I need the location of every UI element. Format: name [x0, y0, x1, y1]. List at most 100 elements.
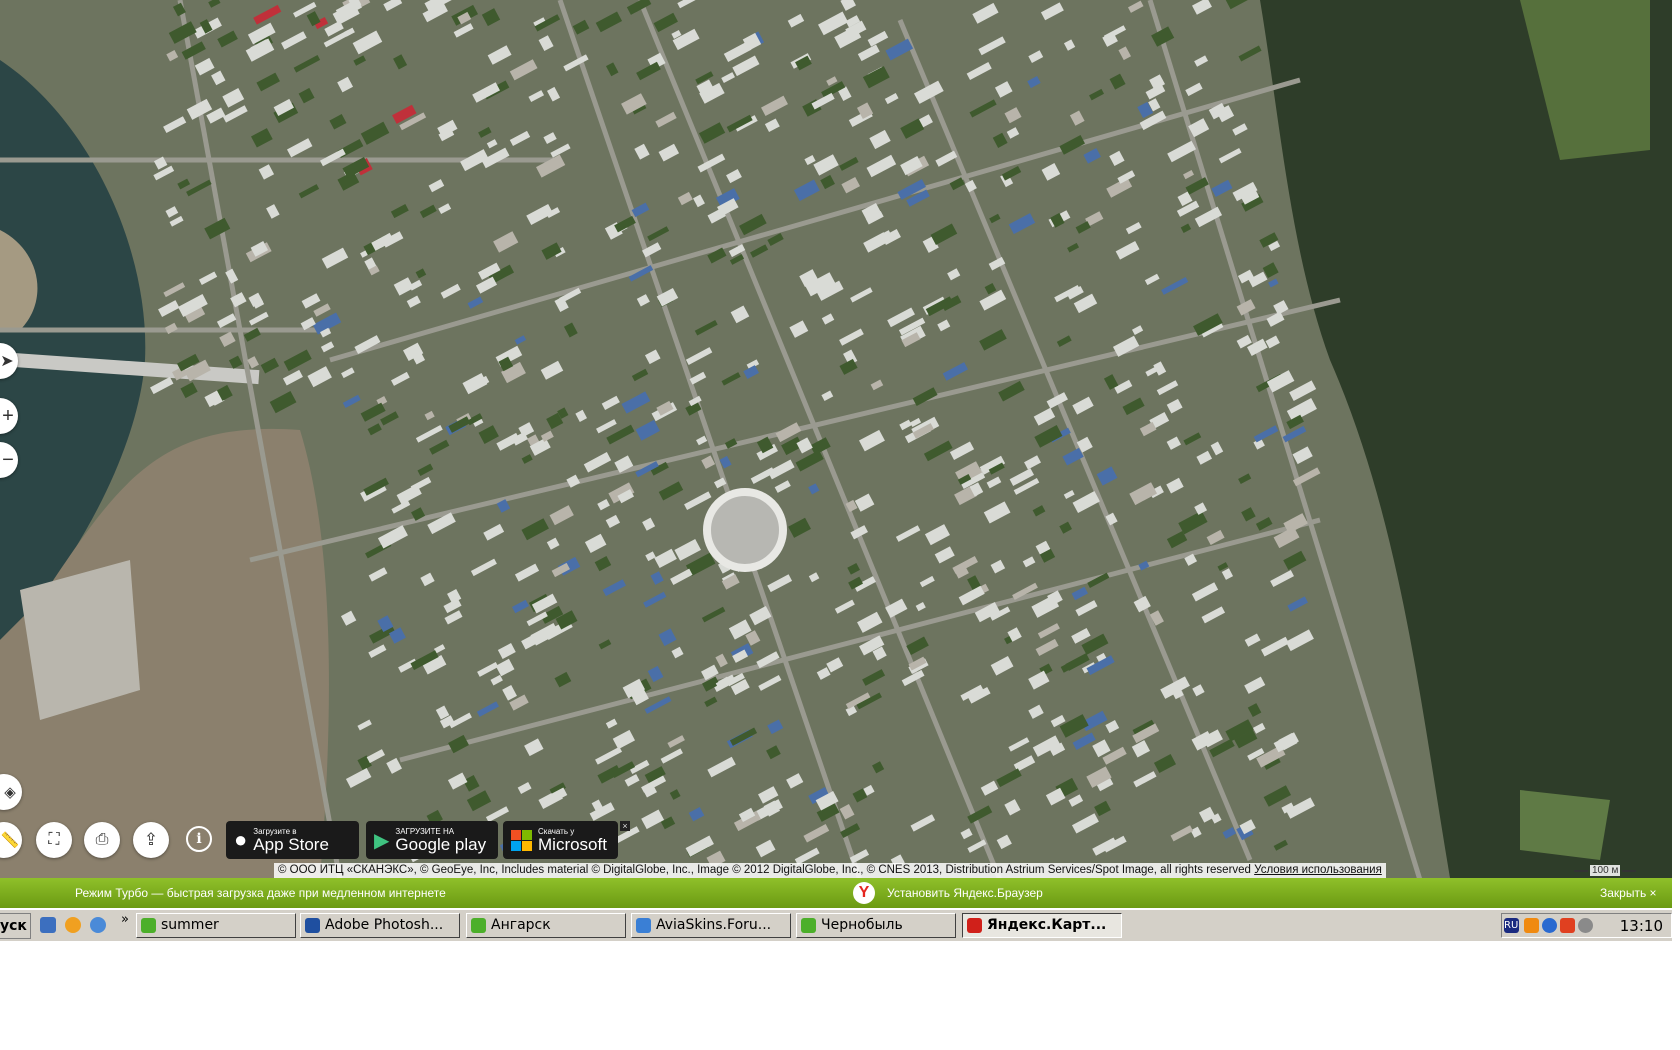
media-player-icon[interactable] — [90, 917, 106, 933]
building — [478, 425, 499, 444]
building — [895, 525, 921, 542]
taskbar-button[interactable]: Adobe Photosh... — [300, 913, 460, 938]
building — [1266, 370, 1295, 393]
building — [1166, 398, 1183, 414]
building — [919, 575, 935, 588]
building — [1194, 55, 1209, 67]
building — [595, 746, 623, 765]
building — [660, 748, 683, 764]
building — [150, 376, 174, 395]
panorama-button[interactable]: ⛶ — [36, 822, 72, 858]
building — [1153, 753, 1177, 774]
building — [521, 631, 545, 650]
building — [834, 599, 855, 614]
building — [1232, 123, 1248, 136]
building — [989, 213, 1001, 224]
taskbar-button-label: Яндекс.Карт... — [987, 917, 1107, 933]
close-turbo-bar-button[interactable]: Закрыть × — [1600, 886, 1657, 900]
building — [1241, 507, 1256, 522]
app-icon — [305, 918, 320, 933]
tray-volume-icon[interactable] — [1578, 918, 1593, 933]
microsoft-badge[interactable]: Скачать у Microsoft — [503, 821, 618, 859]
building — [475, 276, 498, 294]
tray-app-icon[interactable] — [1524, 918, 1539, 933]
building — [1022, 556, 1036, 568]
share-button[interactable]: ⇪ — [133, 822, 169, 858]
building — [612, 729, 636, 750]
building — [1244, 633, 1261, 647]
terms-of-use-link[interactable]: Условия использования — [1254, 864, 1382, 876]
taskbar-button[interactable]: Яндекс.Карт... — [962, 913, 1122, 938]
building — [293, 55, 321, 73]
info-button[interactable]: i — [186, 826, 212, 852]
building — [1059, 714, 1089, 738]
building — [972, 2, 999, 24]
building — [1041, 163, 1061, 181]
building — [624, 774, 640, 787]
building — [647, 226, 670, 242]
building — [996, 834, 1012, 850]
map-imagery[interactable] — [0, 0, 1672, 878]
taskbar-button[interactable]: AviaSkins.Foru... — [631, 913, 791, 938]
building — [1131, 740, 1151, 758]
building — [859, 429, 885, 452]
attribution-text: © ООО ИТЦ «СКАНЭКС», © GeoEye, Inc, Incl… — [278, 864, 1251, 876]
building — [251, 128, 273, 148]
building — [307, 366, 332, 388]
building — [605, 718, 618, 729]
building — [406, 295, 421, 308]
building — [463, 775, 480, 792]
taskbar-button[interactable]: Чернобыль — [796, 913, 956, 938]
tray-antivirus-icon[interactable] — [1560, 918, 1575, 933]
building — [636, 61, 661, 81]
close-badges-button[interactable]: × — [620, 821, 630, 831]
building — [614, 215, 636, 233]
building — [979, 289, 1007, 311]
app-store-badge[interactable]: ● Загрузите в App Store — [226, 821, 359, 859]
building — [786, 773, 804, 789]
building — [1131, 325, 1144, 335]
start-button[interactable]: уск — [0, 913, 31, 939]
satellite-map[interactable]: ➤ + − ◈ 📏 ⛶ ⎙ ⇪ i ● Загрузите в App Store… — [0, 0, 1672, 878]
avast-icon[interactable] — [65, 917, 81, 933]
install-yandex-browser-link[interactable]: Установить Яндекс.Браузер — [887, 886, 1043, 900]
building — [774, 480, 791, 493]
building — [795, 450, 824, 472]
building — [381, 231, 404, 248]
map-attribution: © ООО ИТЦ «СКАНЭКС», © GeoEye, Inc, Incl… — [274, 863, 1386, 878]
building — [393, 54, 408, 70]
building — [391, 371, 410, 386]
building — [419, 204, 437, 219]
building — [286, 138, 313, 158]
building — [1211, 179, 1233, 197]
info-icon: i — [196, 831, 202, 847]
google-play-badge[interactable]: ▶ ЗАГРУЗИТЕ НА Google play — [366, 821, 498, 859]
building — [248, 311, 269, 326]
quicklaunch-more-button[interactable]: » — [121, 912, 129, 927]
building — [867, 30, 889, 47]
building — [216, 313, 237, 329]
taskbar-button[interactable]: summer — [136, 913, 296, 938]
building — [866, 230, 894, 251]
building — [217, 30, 238, 48]
building — [992, 132, 1008, 148]
building — [1118, 46, 1131, 61]
building — [1063, 39, 1076, 51]
taskbar: уск » summer Adobe Photosh... Ангарск AviaS… — [0, 909, 1672, 941]
tray-network-icon[interactable] — [1542, 918, 1557, 933]
building — [1183, 432, 1202, 446]
building — [165, 206, 179, 218]
print-button[interactable]: ⎙ — [84, 822, 120, 858]
building — [764, 118, 780, 133]
building — [502, 684, 517, 701]
building — [1238, 45, 1262, 62]
building — [839, 328, 864, 346]
building — [645, 551, 656, 562]
building — [521, 518, 549, 541]
building — [701, 606, 726, 623]
taskbar-button[interactable]: Ангарск — [466, 913, 626, 938]
language-indicator[interactable]: RU — [1504, 918, 1519, 933]
building — [477, 661, 499, 677]
building — [547, 86, 561, 102]
show-desktop-icon[interactable] — [40, 917, 56, 933]
